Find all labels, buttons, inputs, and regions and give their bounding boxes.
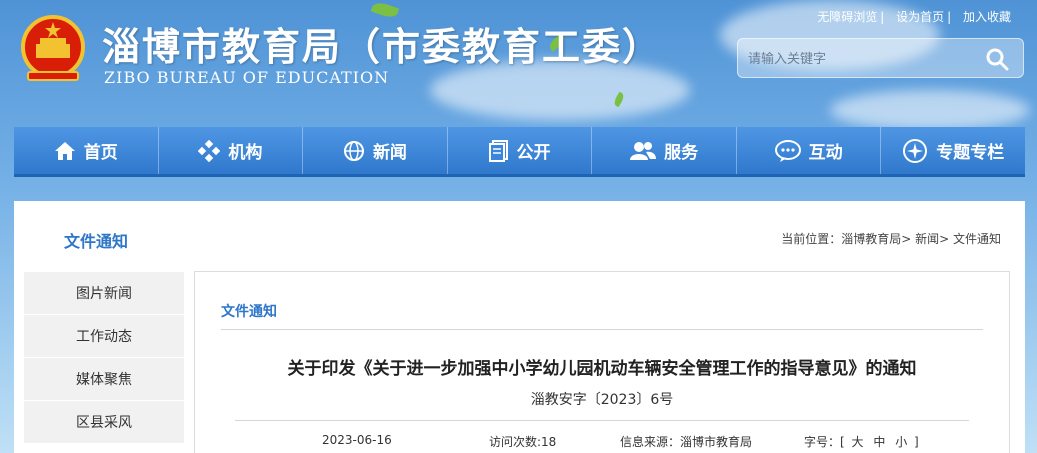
- accessibility-link[interactable]: 无障碍浏览: [817, 10, 877, 24]
- nav-label: 首页: [83, 143, 118, 163]
- font-size-end: ]: [914, 435, 919, 449]
- font-size-large-button[interactable]: 大: [852, 435, 864, 449]
- visit-count: 访问次数:18: [489, 435, 557, 449]
- nav-home[interactable]: 首页: [14, 127, 159, 174]
- users-icon: [630, 141, 657, 160]
- font-size-label: 字号：[: [804, 435, 845, 449]
- sidebar-item-work-updates[interactable]: 工作动态: [24, 315, 184, 357]
- sidebar-item-photo-news[interactable]: 图片新闻: [24, 272, 184, 314]
- globe-icon: [343, 140, 364, 161]
- font-size-control: 字号：[ 大 中 小 ]: [804, 433, 919, 450]
- site-subtitle: ZIBO BUREAU OF EDUCATION: [104, 68, 390, 87]
- article-container: 文件通知 关于印发《关于进一步加强中小学幼儿园机动车辆安全管理工作的指导意见》的…: [194, 271, 1010, 453]
- national-emblem-icon: [21, 15, 85, 81]
- nav-org[interactable]: 机构: [159, 127, 304, 174]
- nav-label: 公开: [516, 143, 551, 163]
- document-number: 淄教安字〔2023〕6号: [530, 392, 674, 408]
- set-homepage-link[interactable]: 设为首页: [896, 10, 944, 24]
- main-panel: 文件通知 当前位置：淄博教育局> 新闻> 文件通知 图片新闻 工作动态 媒体聚焦…: [14, 201, 1025, 453]
- document-icon: [488, 139, 508, 162]
- compass-icon: [903, 138, 928, 163]
- font-size-small-button[interactable]: 小: [895, 435, 907, 449]
- sidebar-item-district-news[interactable]: 区县采风: [24, 401, 184, 443]
- section-title: 文件通知: [64, 232, 129, 251]
- nav-topics[interactable]: 专题专栏: [881, 127, 1025, 174]
- add-favorite-link[interactable]: 加入收藏: [963, 10, 1011, 24]
- site-title: 淄博市教育局（市委教育工委）: [102, 25, 663, 69]
- nav-interact[interactable]: 互动: [737, 127, 882, 174]
- top-links: 无障碍浏览 | 设为首页 | 加入收藏: [817, 10, 1011, 24]
- divider: [221, 329, 983, 330]
- publish-date: 2023-06-16: [322, 433, 392, 447]
- info-source: 信息来源：淄博市教育局: [620, 435, 753, 449]
- divider: [235, 420, 969, 421]
- cloud-decoration: [830, 90, 1030, 130]
- search-box: [737, 38, 1024, 78]
- nav-label: 机构: [228, 143, 263, 163]
- nav-label: 服务: [664, 143, 699, 163]
- nav-service[interactable]: 服务: [592, 127, 737, 174]
- nav-label: 专题专栏: [936, 143, 1005, 163]
- chat-icon: [774, 139, 801, 162]
- search-input[interactable]: [748, 48, 968, 70]
- font-size-medium-button[interactable]: 中: [873, 435, 885, 449]
- org-icon: [198, 139, 221, 162]
- search-icon[interactable]: [985, 47, 1009, 71]
- main-nav: 首页 机构 新闻 公开 服务 互动 专题专栏: [14, 127, 1025, 177]
- nav-news[interactable]: 新闻: [303, 127, 448, 174]
- sidebar: 图片新闻 工作动态 媒体聚焦 区县采风: [24, 272, 184, 444]
- article-category: 文件通知: [221, 304, 277, 320]
- home-icon: [54, 141, 75, 160]
- article-title: 关于印发《关于进一步加强中小学幼儿园机动车辆安全管理工作的指导意见》的通知: [287, 359, 917, 379]
- nav-label: 互动: [808, 143, 843, 163]
- nav-label: 新闻: [372, 143, 407, 163]
- sidebar-item-media-focus[interactable]: 媒体聚焦: [24, 358, 184, 400]
- nav-public[interactable]: 公开: [448, 127, 593, 174]
- breadcrumb: 当前位置：淄博教育局> 新闻> 文件通知: [781, 232, 1001, 246]
